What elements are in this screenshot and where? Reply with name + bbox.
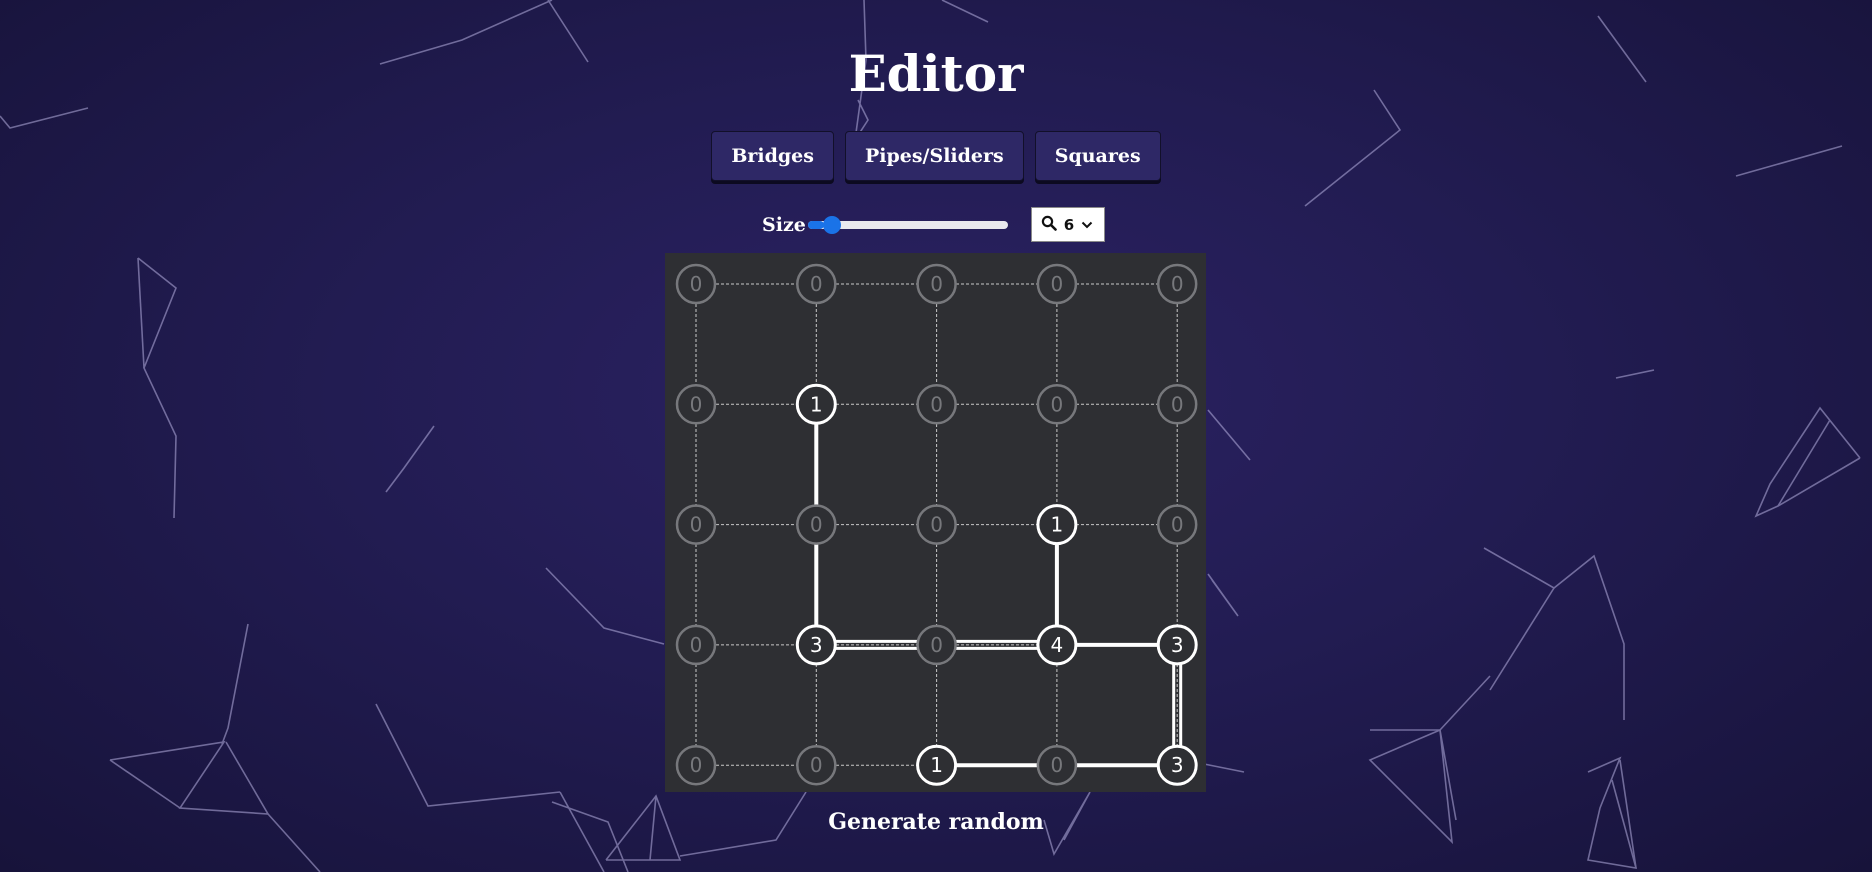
island-clue: 4 <box>1051 633 1064 657</box>
island-clue: 0 <box>1051 392 1064 416</box>
island-clue: 0 <box>1051 272 1064 296</box>
island-clue: 0 <box>690 513 703 537</box>
island-clue: 3 <box>810 633 823 657</box>
island-clue: 0 <box>810 753 823 777</box>
island-clue: 0 <box>1171 392 1184 416</box>
island-clue: 0 <box>690 753 703 777</box>
puzzle-board[interactable]: 0 0 0 0 0 0 1 0 0 0 0 0 0 1 0 0 3 0 4 3 0 0 1 0 3 <box>665 253 1206 792</box>
generate-random-button[interactable]: Generate random <box>0 807 1872 837</box>
island-clue: 0 <box>810 272 823 296</box>
page-title: Editor <box>848 44 1024 103</box>
island-clue: 1 <box>1051 513 1064 537</box>
zoom-value: 6 <box>1063 215 1075 234</box>
size-label: Size <box>762 214 806 236</box>
zoom-select[interactable]: 6 <box>1031 207 1105 242</box>
island-clue: 3 <box>1171 753 1184 777</box>
pipes-sliders-mode-button[interactable]: Pipes/Sliders <box>844 131 1024 181</box>
island-clue: 0 <box>930 513 943 537</box>
magnifier-icon <box>1041 215 1057 235</box>
chevron-down-icon <box>1081 216 1093 234</box>
island-clue: 1 <box>930 753 943 777</box>
squares-mode-button[interactable]: Squares <box>1034 131 1161 181</box>
island-clue: 0 <box>930 272 943 296</box>
island-clue: 0 <box>1051 753 1064 777</box>
size-slider[interactable] <box>808 215 1008 235</box>
slider-thumb[interactable] <box>822 216 841 234</box>
bridges-mode-button[interactable]: Bridges <box>711 131 834 181</box>
puzzle-board-canvas: 0 0 0 0 0 0 1 0 0 0 0 0 0 1 0 0 3 0 4 3 0 0 1 0 3 <box>675 263 1198 786</box>
island-clue: 0 <box>930 392 943 416</box>
island-clue: 0 <box>810 513 823 537</box>
island-clue: 0 <box>1171 272 1184 296</box>
island-clue: 0 <box>930 633 943 657</box>
island-clue: 0 <box>690 633 703 657</box>
island-clue: 0 <box>690 272 703 296</box>
island-clue: 1 <box>810 392 823 416</box>
island-clue: 3 <box>1171 633 1184 657</box>
mode-tabs: Bridges Pipes/Sliders Squares <box>0 131 1872 181</box>
island-clue: 0 <box>690 392 703 416</box>
island-clue: 0 <box>1171 513 1184 537</box>
slider-fill <box>808 221 824 229</box>
